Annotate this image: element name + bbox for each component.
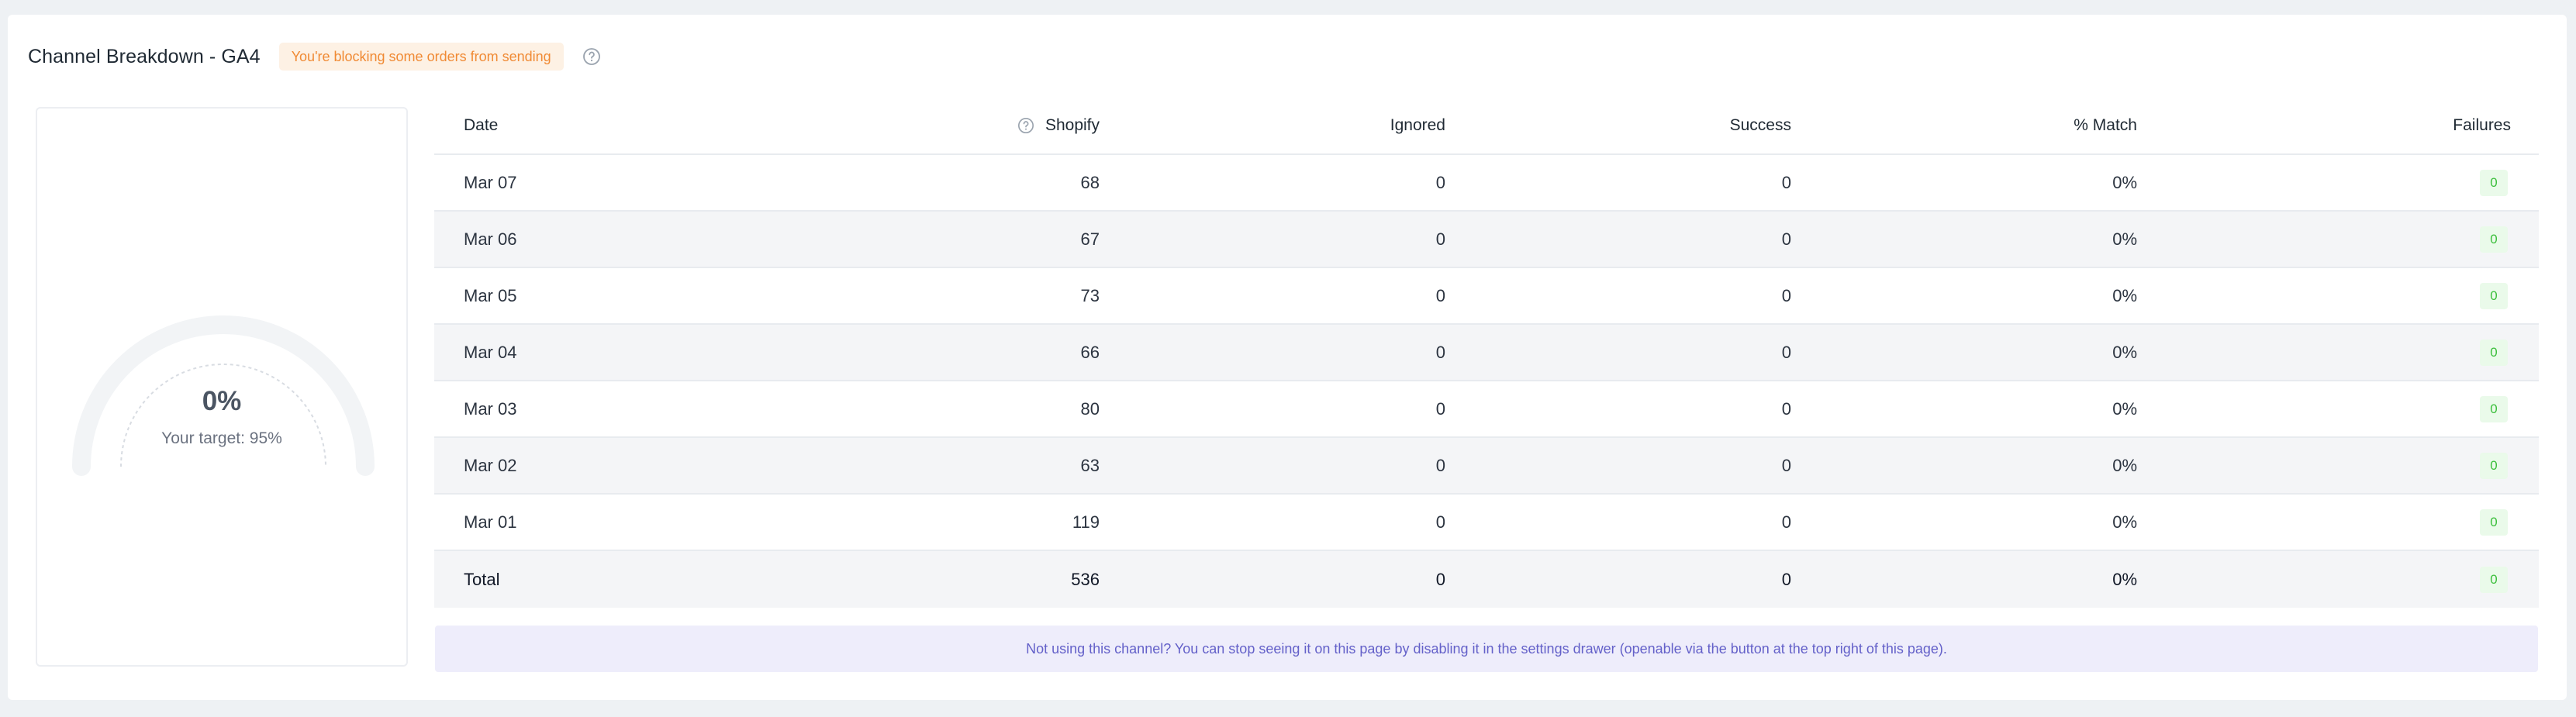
cell-ignored: 0 <box>1435 285 1445 305</box>
total-label: Total <box>464 569 500 589</box>
table-row: Mar 02 63 0 0 0% 0 <box>434 438 2539 495</box>
failures-badge[interactable]: 0 <box>2480 282 2508 309</box>
cell-date: Mar 06 <box>464 229 517 249</box>
cell-shopify: 68 <box>1080 172 1100 192</box>
table-row: Mar 01 119 0 0 0% 0 <box>434 495 2539 551</box>
gauge-target: Your target: 95% <box>161 429 282 447</box>
cell-shopify: 80 <box>1080 398 1100 419</box>
cell-date: Mar 03 <box>464 398 517 419</box>
cell-shopify: 67 <box>1080 229 1100 249</box>
cell-success: 0 <box>1781 512 1791 532</box>
cell-date: Mar 05 <box>464 285 517 305</box>
cell-success: 0 <box>1781 229 1791 249</box>
card-title: Channel Breakdown - GA4 <box>28 45 261 67</box>
cell-failures: 0 <box>2165 169 2539 196</box>
cell-match: 0% <box>2112 342 2137 362</box>
failures-badge[interactable]: 0 <box>2480 339 2508 366</box>
total-success: 0 <box>1781 569 1791 589</box>
cell-date: Mar 07 <box>464 172 517 192</box>
cell-shopify: 66 <box>1080 342 1100 362</box>
cell-success: 0 <box>1781 455 1791 475</box>
failures-badge[interactable]: 0 <box>2480 508 2508 536</box>
cell-failures: 0 <box>2165 508 2539 536</box>
cell-date: Mar 01 <box>464 512 517 532</box>
question-circle-icon[interactable] <box>582 47 601 66</box>
gauge-value: 0% <box>202 386 242 416</box>
question-circle-icon[interactable] <box>1017 117 1034 134</box>
cell-ignored: 0 <box>1435 342 1445 362</box>
failures-badge[interactable]: 0 <box>2480 452 2508 479</box>
column-header-ignored[interactable]: Ignored <box>1127 116 1473 135</box>
cell-shopify: 119 <box>1072 512 1100 532</box>
cell-ignored: 0 <box>1435 172 1445 192</box>
table-row: Mar 07 68 0 0 0% 0 <box>434 155 2539 212</box>
blocking-warning-badge: You're blocking some orders from sending <box>278 43 564 71</box>
cell-shopify: 73 <box>1080 285 1100 305</box>
cell-failures: 0 <box>2165 226 2539 253</box>
failures-badge[interactable]: 0 <box>2480 226 2508 253</box>
card-header: Channel Breakdown - GA4 You're blocking … <box>28 39 601 74</box>
column-header-match[interactable]: % Match <box>1819 116 2165 135</box>
cell-match: 0% <box>2112 229 2137 249</box>
total-failures: 0 <box>2165 566 2539 593</box>
failures-badge[interactable]: 0 <box>2480 395 2508 422</box>
cell-match: 0% <box>2112 512 2137 532</box>
cell-success: 0 <box>1781 172 1791 192</box>
cell-shopify: 63 <box>1080 455 1100 475</box>
cell-success: 0 <box>1781 398 1791 419</box>
column-header-shopify[interactable]: Shopify <box>661 116 1127 135</box>
cell-failures: 0 <box>2165 452 2539 479</box>
cell-success: 0 <box>1781 285 1791 305</box>
cell-ignored: 0 <box>1435 398 1445 419</box>
total-ignored: 0 <box>1435 569 1445 589</box>
cell-failures: 0 <box>2165 282 2539 309</box>
table-row: Mar 04 66 0 0 0% 0 <box>434 325 2539 381</box>
table-row: Mar 05 73 0 0 0% 0 <box>434 268 2539 325</box>
match-gauge-panel: 0% Your target: 95% <box>36 107 408 667</box>
channel-info-banner: Not using this channel? You can stop see… <box>435 626 2538 672</box>
table-row: Mar 03 80 0 0 0% 0 <box>434 381 2539 438</box>
cell-failures: 0 <box>2165 339 2539 366</box>
cell-ignored: 0 <box>1435 229 1445 249</box>
column-header-date[interactable]: Date <box>434 116 661 135</box>
cell-match: 0% <box>2112 398 2137 419</box>
column-header-shopify-label: Shopify <box>1045 116 1100 134</box>
table-total-row: Total 536 0 0 0% 0 <box>434 551 2539 608</box>
column-header-success[interactable]: Success <box>1473 116 1819 135</box>
total-match: 0% <box>2112 569 2137 589</box>
cell-match: 0% <box>2112 172 2137 192</box>
cell-success: 0 <box>1781 342 1791 362</box>
total-shopify: 536 <box>1071 569 1100 589</box>
cell-date: Mar 04 <box>464 342 517 362</box>
cell-date: Mar 02 <box>464 455 517 475</box>
failures-badge[interactable]: 0 <box>2480 566 2508 593</box>
column-header-failures[interactable]: Failures <box>2165 116 2539 135</box>
cell-match: 0% <box>2112 285 2137 305</box>
cell-failures: 0 <box>2165 395 2539 422</box>
channel-breakdown-table: Date Shopify Ignored Success % Match Fai… <box>434 98 2539 608</box>
failures-badge[interactable]: 0 <box>2480 169 2508 196</box>
cell-match: 0% <box>2112 455 2137 475</box>
table-row: Mar 06 67 0 0 0% 0 <box>434 212 2539 268</box>
cell-ignored: 0 <box>1435 455 1445 475</box>
table-header-row: Date Shopify Ignored Success % Match Fai… <box>434 98 2539 155</box>
cell-ignored: 0 <box>1435 512 1445 532</box>
